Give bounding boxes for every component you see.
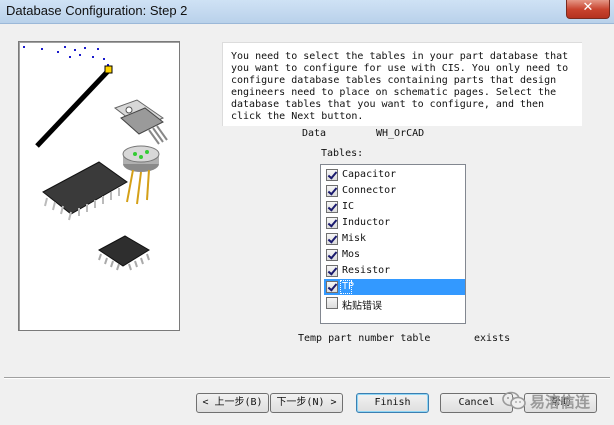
temp-table-label: Temp part number table — [298, 333, 431, 344]
next-button[interactable]: 下一步(N) > — [270, 393, 343, 413]
table-item-resistor[interactable]: Resistor — [324, 263, 465, 279]
close-icon: ✕ — [582, 0, 594, 15]
table-item-capacitor[interactable]: Capacitor — [324, 167, 465, 183]
electronic-parts-illustration — [23, 46, 168, 271]
table-item-label: Capacitor — [342, 169, 397, 180]
checkbox-unchecked[interactable] — [326, 297, 338, 309]
table-item-inductor[interactable]: Inductor — [324, 215, 465, 231]
checkbox-checked[interactable] — [326, 217, 338, 229]
table-item-label: IC — [342, 201, 355, 212]
dialog-body: You need to select the tables in your pa… — [4, 24, 610, 421]
checkbox-checked[interactable] — [326, 201, 338, 213]
watermark-text: 易溶信连 — [530, 393, 591, 411]
table-item-label: TP — [342, 281, 355, 292]
tables-label: Tables: — [321, 148, 364, 159]
data-source-value: WH_OrCAD — [376, 128, 425, 139]
window-title: Database Configuration: Step 2 — [6, 3, 188, 18]
tables-listbox[interactable]: Capacitor Connector IC Inductor Misk Mos — [320, 164, 466, 324]
data-source-label: Data — [302, 128, 327, 139]
database-configuration-dialog: Database Configuration: Step 2 ✕ You nee… — [0, 0, 614, 425]
table-item-label: Mos — [342, 249, 361, 260]
table-item-label: Resistor — [342, 265, 391, 276]
checkbox-checked[interactable] — [326, 249, 338, 261]
checkbox-checked[interactable] — [326, 265, 338, 277]
table-item-ic[interactable]: IC — [324, 199, 465, 215]
close-button[interactable]: ✕ — [566, 0, 610, 19]
title-bar[interactable]: Database Configuration: Step 2 ✕ — [0, 0, 614, 24]
table-item-tp[interactable]: TP — [324, 279, 465, 295]
wizard-illustration — [18, 41, 180, 331]
table-item-label: Misk — [342, 233, 367, 244]
temp-table-status: exists — [474, 333, 511, 344]
checkbox-checked[interactable] — [326, 169, 338, 181]
table-item-label: Connector — [342, 185, 397, 196]
table-item-misk[interactable]: Misk — [324, 231, 465, 247]
table-item-label: Inductor — [342, 217, 391, 228]
table-item-connector[interactable]: Connector — [324, 183, 465, 199]
checkbox-checked[interactable] — [326, 185, 338, 197]
checkbox-checked[interactable] — [326, 233, 338, 245]
checkbox-checked[interactable] — [326, 281, 338, 293]
table-item-mos[interactable]: Mos — [324, 247, 465, 263]
table-item-paste-error[interactable]: 粘贴错误 — [324, 295, 465, 312]
wechat-icon — [502, 391, 526, 410]
back-button[interactable]: < 上一步(B) — [196, 393, 269, 413]
instructions-text: You need to select the tables in your pa… — [222, 42, 582, 126]
table-item-label: 粘贴错误 — [342, 301, 382, 312]
finish-button[interactable]: Finish — [356, 393, 429, 413]
button-separator — [4, 377, 610, 379]
watermark: 易溶信连 — [502, 385, 610, 419]
